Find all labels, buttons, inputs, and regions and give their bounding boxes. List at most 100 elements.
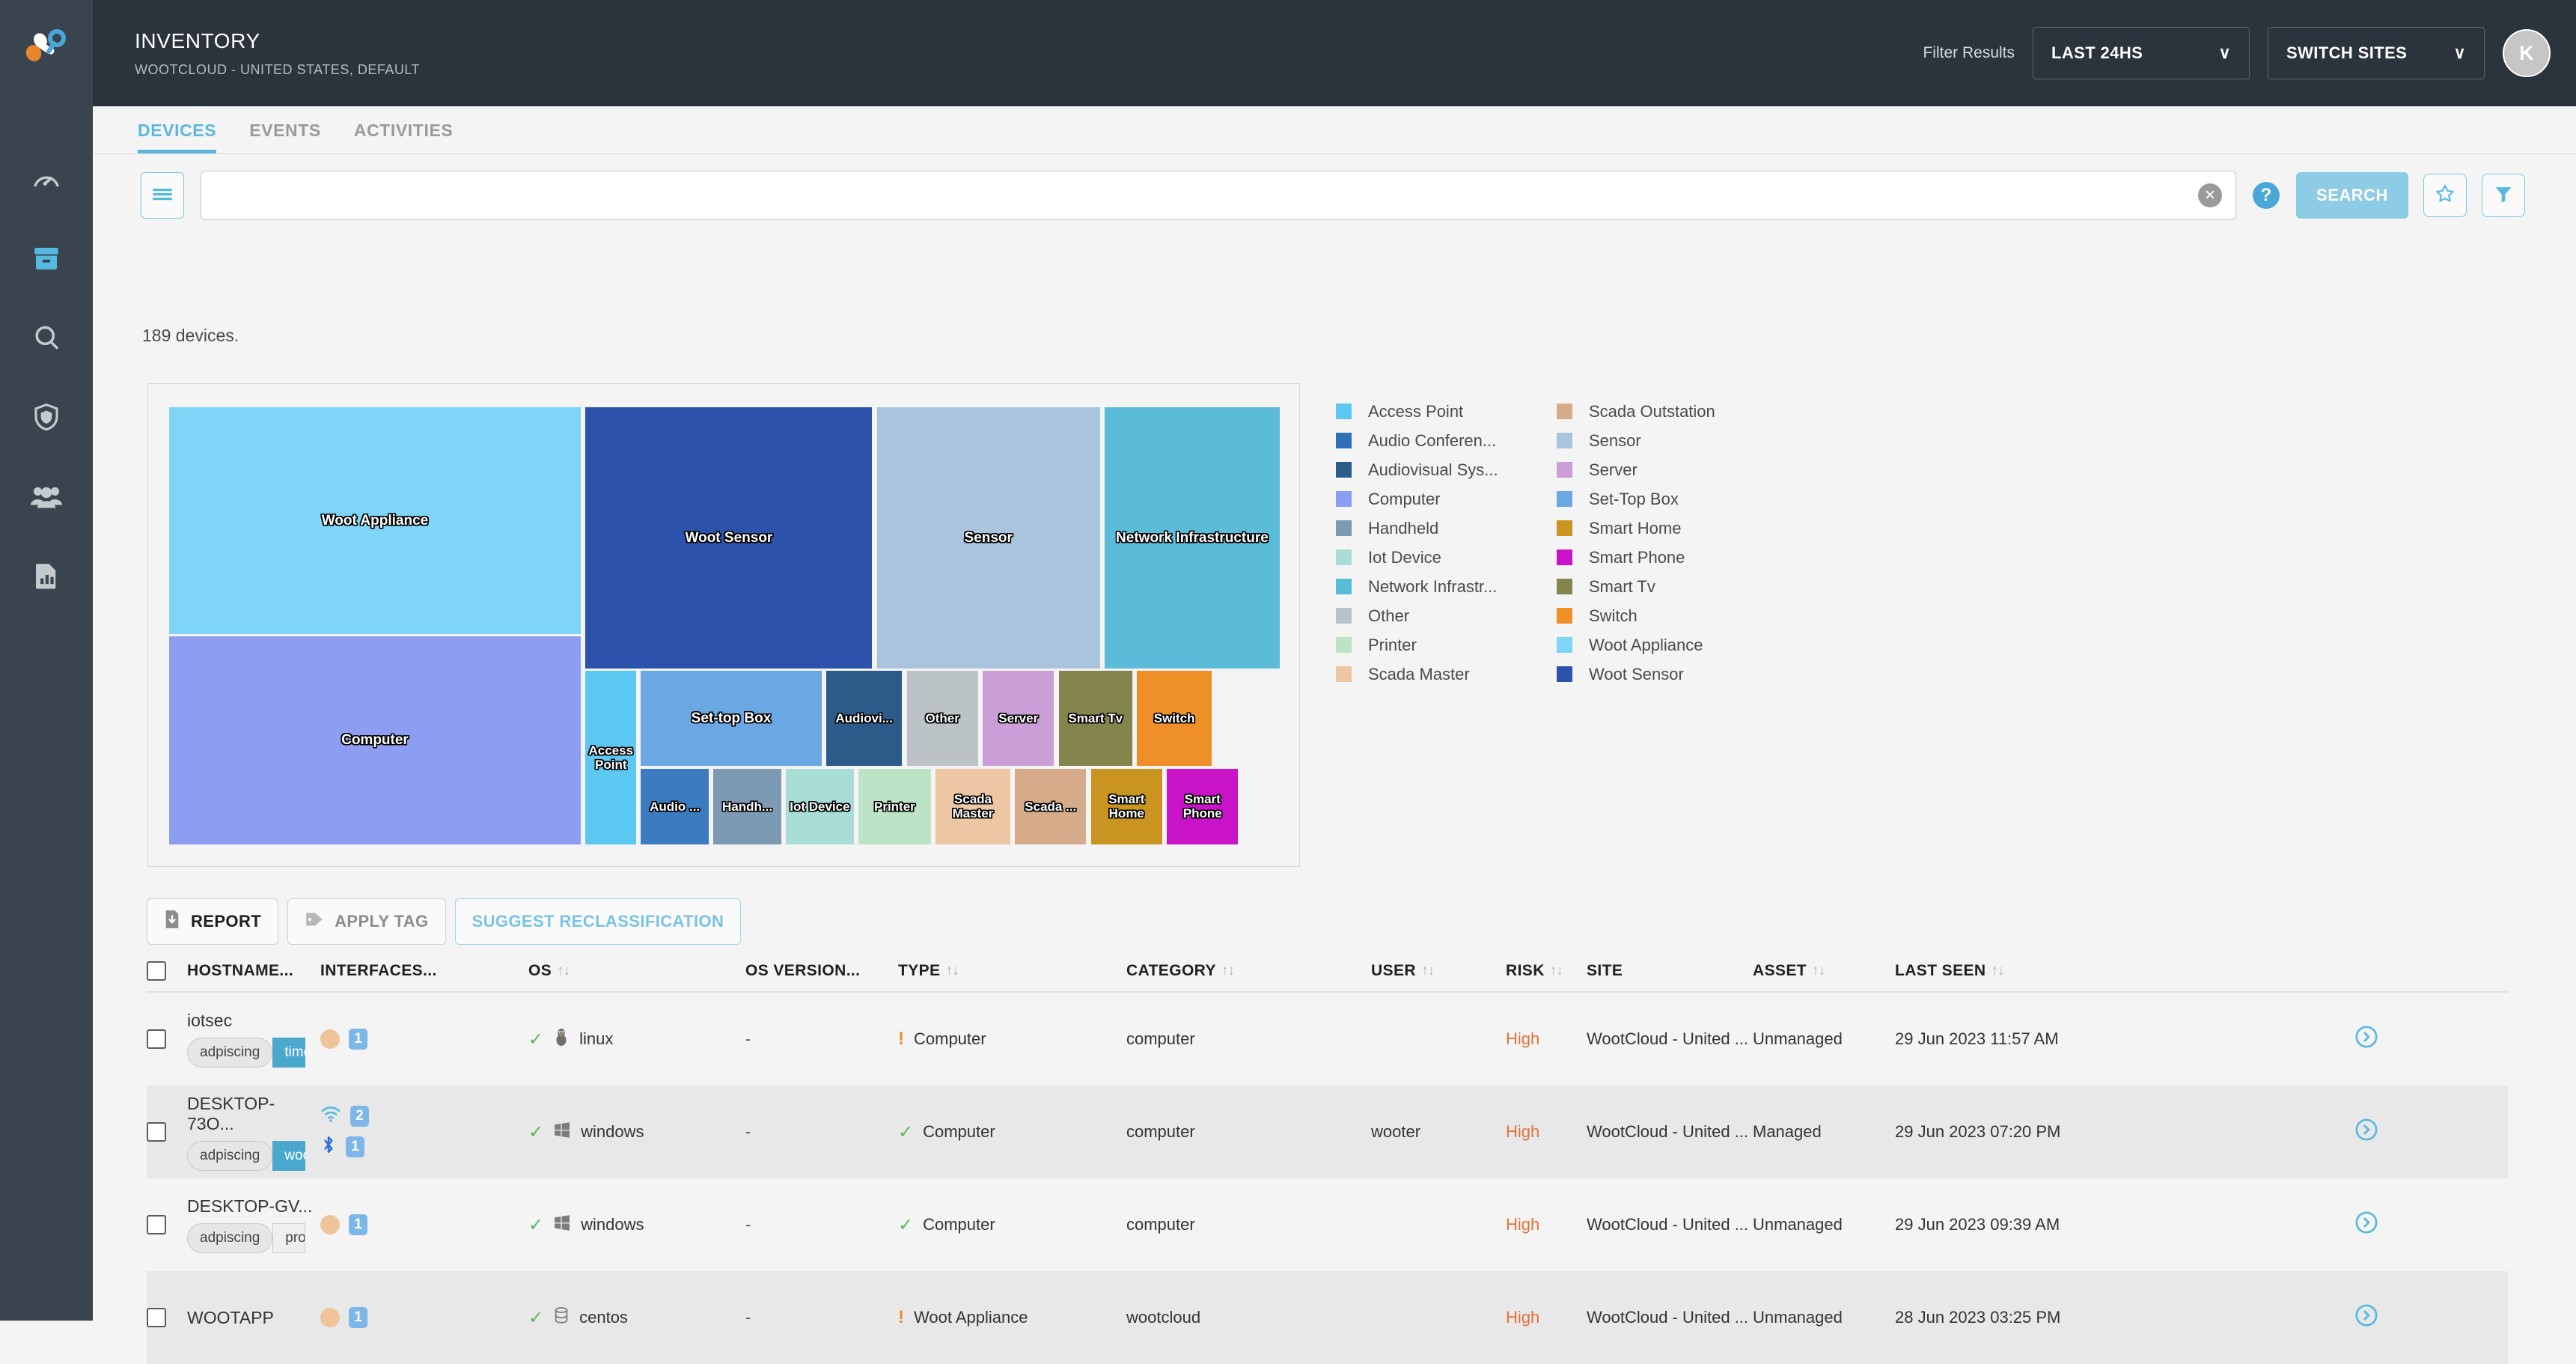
row-expand-icon[interactable]	[2354, 1210, 2379, 1240]
tag-chip[interactable]: prod s	[272, 1223, 306, 1253]
legend-item[interactable]: Woot Appliance	[1557, 630, 1748, 660]
row-expand-icon[interactable]	[2354, 1117, 2379, 1147]
col-last-seen[interactable]: LAST SEEN ↑↓	[1895, 962, 2224, 980]
tab-activities[interactable]: ACTIVITIES	[354, 121, 454, 153]
col-hostname[interactable]: HOSTNAME...	[187, 962, 320, 980]
legend-item[interactable]: Smart Phone	[1557, 543, 1748, 572]
treemap-tile[interactable]: Woot Appliance	[168, 407, 582, 634]
treemap-tile[interactable]: Scada Master	[935, 768, 1010, 844]
treemap-tile[interactable]: Audiovi...	[825, 670, 903, 767]
sort-icon[interactable]: ↑↓	[1991, 963, 2004, 979]
col-interfaces[interactable]: INTERFACES...	[320, 962, 528, 980]
help-icon[interactable]: ?	[2253, 182, 2280, 209]
treemap-tile[interactable]: Set-top Box	[641, 670, 822, 767]
col-os-version[interactable]: OS VERSION...	[745, 962, 898, 980]
legend-item[interactable]: Smart Home	[1557, 514, 1748, 543]
treemap-tile[interactable]: Smart Phone	[1167, 768, 1239, 844]
treemap-tile[interactable]: Printer	[858, 768, 931, 844]
search-field-wrap[interactable]: ✕	[201, 171, 2236, 220]
legend-item[interactable]: Other	[1336, 601, 1527, 630]
legend-item[interactable]: Network Infrastr...	[1336, 572, 1527, 601]
legend-item[interactable]: Access Point	[1336, 397, 1527, 426]
col-site[interactable]: SITE	[1587, 962, 1753, 980]
time-range-select[interactable]: LAST 24HS ∨	[2033, 27, 2250, 79]
tag-chip[interactable]: adpiscing	[187, 1223, 273, 1253]
treemap-tile[interactable]: Audio ...	[641, 768, 709, 844]
sort-icon[interactable]: ↑↓	[945, 963, 959, 979]
sort-icon[interactable]: ↑↓	[1550, 963, 1563, 979]
legend-item[interactable]: Switch	[1557, 601, 1748, 630]
tag-chip[interactable]: adpiscing	[187, 1038, 273, 1068]
legend-item[interactable]: Scada Outstation	[1557, 397, 1748, 426]
select-all-checkbox[interactable]	[147, 961, 166, 981]
search-input[interactable]	[215, 185, 2198, 206]
col-os[interactable]: OS ↑↓	[528, 962, 745, 980]
sidebar-item-search[interactable]	[0, 298, 93, 377]
legend-item[interactable]: Sensor	[1557, 426, 1748, 455]
close-icon[interactable]: ✕	[2198, 183, 2222, 207]
treemap-tile[interactable]: Iot Device	[786, 768, 854, 844]
table-row[interactable]: iotsec adpiscingtime18 1 ✓ linux -! Computer co…	[147, 993, 2508, 1086]
list-menu-icon[interactable]	[141, 172, 184, 219]
col-type[interactable]: TYPE ↑↓	[898, 962, 1126, 980]
sort-icon[interactable]: ↑↓	[1221, 963, 1235, 979]
sidebar-item-inventory[interactable]	[0, 219, 93, 298]
treemap-tile[interactable]: Scada ...	[1015, 768, 1087, 844]
treemap-tile[interactable]: Woot Sensor	[585, 407, 873, 669]
table-row[interactable]: DESKTOP-73O...adpiscingwootc21✓windows-✓…	[147, 1086, 2508, 1178]
sort-icon[interactable]: ↑↓	[557, 963, 570, 979]
legend-item[interactable]: Server	[1557, 455, 1748, 484]
sidebar-item-users[interactable]	[0, 457, 93, 536]
legend-item[interactable]: Iot Device	[1336, 543, 1527, 572]
tag-chip[interactable]: time18	[272, 1038, 306, 1068]
treemap-tile[interactable]: Smart Home	[1090, 768, 1162, 844]
treemap-tile[interactable]: Switch	[1137, 670, 1212, 767]
treemap-tile[interactable]: Computer	[168, 636, 582, 844]
col-user[interactable]: USER ↑↓	[1371, 962, 1506, 980]
sort-icon[interactable]: ↑↓	[1421, 963, 1435, 979]
col-risk[interactable]: RISK ↑↓	[1506, 962, 1587, 980]
sort-icon[interactable]: ↑↓	[1812, 963, 1825, 979]
suggest-reclassification-button[interactable]: SUGGEST RECLASSIFICATION	[454, 898, 742, 945]
treemap-tile[interactable]: Network Infrastructure	[1105, 407, 1280, 669]
row-checkbox[interactable]	[147, 1308, 166, 1327]
legend-item[interactable]: Smart Tv	[1557, 572, 1748, 601]
legend-item[interactable]: Audiovisual Sys...	[1336, 455, 1527, 484]
treemap-tile[interactable]: Smart Tv	[1058, 670, 1132, 767]
treemap-tile[interactable]: Handh...	[713, 768, 781, 844]
report-button[interactable]: REPORT	[147, 898, 279, 945]
row-checkbox[interactable]	[147, 1122, 166, 1142]
table-row[interactable]: DESKTOP-GV... adpiscingprod s 1 ✓ windows - ✓ C…	[147, 1178, 2508, 1271]
row-expand-icon[interactable]	[2354, 1024, 2379, 1054]
legend-item[interactable]: Set-Top Box	[1557, 484, 1748, 514]
tab-events[interactable]: EVENTS	[249, 121, 321, 153]
treemap-tile[interactable]: Access Point	[585, 670, 637, 844]
apply-tag-button[interactable]: APPLY TAG	[287, 898, 446, 945]
legend-item[interactable]: Scada Master	[1336, 660, 1527, 689]
legend-item[interactable]: Handheld	[1336, 514, 1527, 543]
avatar[interactable]: K	[2503, 29, 2551, 77]
treemap-tile[interactable]: Other	[906, 670, 978, 767]
treemap-tile[interactable]: Server	[983, 670, 1054, 767]
legend-item[interactable]: Woot Sensor	[1557, 660, 1748, 689]
col-category[interactable]: CATEGORY ↑↓	[1126, 962, 1371, 980]
favorite-button[interactable]	[2423, 174, 2467, 217]
treemap-tile[interactable]: Sensor	[876, 407, 1100, 669]
sidebar-item-reports[interactable]	[0, 536, 93, 615]
col-asset[interactable]: ASSET ↑↓	[1753, 962, 1895, 980]
tag-chip[interactable]: adpiscing	[187, 1140, 273, 1171]
tag-chip[interactable]: wootc	[272, 1140, 306, 1171]
legend-item[interactable]: Audio Conferen...	[1336, 426, 1527, 455]
switch-sites-select[interactable]: SWITCH SITES ∨	[2268, 27, 2485, 79]
legend-item[interactable]: Computer	[1336, 484, 1527, 514]
sidebar-item-dashboard[interactable]	[0, 139, 93, 219]
table-row[interactable]: WOOTAPP 1 ✓ centos -! Woot Appliance wootcloud…	[147, 1271, 2508, 1364]
filter-button[interactable]	[2482, 174, 2525, 217]
row-expand-icon[interactable]	[2354, 1303, 2379, 1333]
legend-item[interactable]: Printer	[1336, 630, 1527, 660]
search-button[interactable]: SEARCH	[2296, 172, 2408, 219]
row-checkbox[interactable]	[147, 1029, 166, 1049]
row-checkbox[interactable]	[147, 1215, 166, 1234]
tab-devices[interactable]: DEVICES	[138, 121, 217, 153]
sidebar-item-security[interactable]	[0, 377, 93, 457]
